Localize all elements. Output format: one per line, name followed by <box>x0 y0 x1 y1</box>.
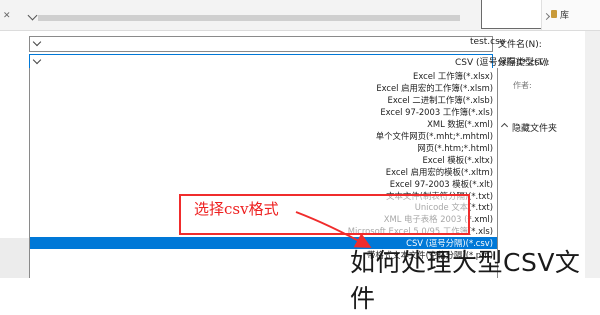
annotation-arrow <box>295 211 372 248</box>
watermark-caption: 如何处理大型CSV文件 <box>350 248 581 313</box>
